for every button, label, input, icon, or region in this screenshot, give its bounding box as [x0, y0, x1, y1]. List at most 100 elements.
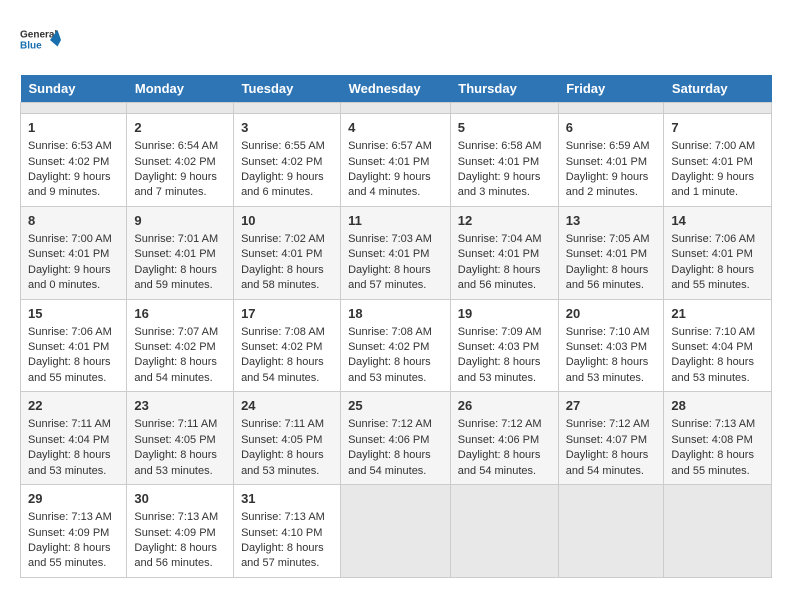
day-cell: 21 Sunrise: 7:10 AM Sunset: 4:04 PM Dayl…	[664, 299, 772, 392]
day-cell: 30 Sunrise: 7:13 AM Sunset: 4:09 PM Dayl…	[127, 485, 234, 578]
sunset-label: Sunset: 4:01 PM	[28, 248, 109, 260]
day-cell: 25 Sunrise: 7:12 AM Sunset: 4:06 PM Dayl…	[341, 392, 451, 485]
day-number: 24	[241, 397, 333, 415]
daylight-label: Daylight: 9 hours and 0 minutes.	[28, 264, 111, 291]
daylight-label: Daylight: 8 hours and 56 minutes.	[458, 264, 541, 291]
daylight-label: Daylight: 8 hours and 58 minutes.	[241, 264, 324, 291]
day-cell	[558, 103, 664, 114]
day-number: 16	[134, 305, 226, 323]
day-number: 14	[671, 212, 764, 230]
day-number: 27	[566, 397, 657, 415]
week-row-2: 1 Sunrise: 6:53 AM Sunset: 4:02 PM Dayli…	[21, 114, 772, 207]
sunrise-label: Sunrise: 6:59 AM	[566, 140, 650, 152]
logo: General Blue	[20, 20, 65, 65]
day-number: 11	[348, 212, 443, 230]
sunrise-label: Sunrise: 7:00 AM	[28, 233, 112, 245]
sunset-label: Sunset: 4:02 PM	[28, 156, 109, 168]
sunrise-label: Sunrise: 7:08 AM	[348, 326, 432, 338]
daylight-label: Daylight: 8 hours and 54 minutes.	[134, 356, 217, 383]
week-row-1	[21, 103, 772, 114]
sunrise-label: Sunrise: 7:10 AM	[671, 326, 755, 338]
sunset-label: Sunset: 4:02 PM	[134, 156, 215, 168]
daylight-label: Daylight: 8 hours and 53 minutes.	[566, 356, 649, 383]
daylight-label: Daylight: 9 hours and 6 minutes.	[241, 171, 324, 198]
day-cell: 6 Sunrise: 6:59 AM Sunset: 4:01 PM Dayli…	[558, 114, 664, 207]
daylight-label: Daylight: 8 hours and 53 minutes.	[134, 449, 217, 476]
day-cell	[234, 103, 341, 114]
day-cell	[450, 103, 558, 114]
sunset-label: Sunset: 4:04 PM	[671, 341, 752, 353]
day-cell: 5 Sunrise: 6:58 AM Sunset: 4:01 PM Dayli…	[450, 114, 558, 207]
sunrise-label: Sunrise: 7:05 AM	[566, 233, 650, 245]
weekday-header-thursday: Thursday	[450, 75, 558, 103]
day-cell: 12 Sunrise: 7:04 AM Sunset: 4:01 PM Dayl…	[450, 206, 558, 299]
day-cell: 28 Sunrise: 7:13 AM Sunset: 4:08 PM Dayl…	[664, 392, 772, 485]
sunset-label: Sunset: 4:01 PM	[348, 156, 429, 168]
daylight-label: Daylight: 8 hours and 55 minutes.	[671, 264, 754, 291]
day-number: 8	[28, 212, 119, 230]
page-header: General Blue	[20, 20, 772, 65]
daylight-label: Daylight: 9 hours and 3 minutes.	[458, 171, 541, 198]
sunrise-label: Sunrise: 7:00 AM	[671, 140, 755, 152]
sunrise-label: Sunrise: 7:12 AM	[348, 418, 432, 430]
day-cell	[127, 103, 234, 114]
day-cell: 7 Sunrise: 7:00 AM Sunset: 4:01 PM Dayli…	[664, 114, 772, 207]
day-number: 3	[241, 119, 333, 137]
daylight-label: Daylight: 8 hours and 57 minutes.	[241, 542, 324, 569]
daylight-label: Daylight: 8 hours and 55 minutes.	[28, 542, 111, 569]
day-cell	[341, 485, 451, 578]
sunset-label: Sunset: 4:01 PM	[458, 156, 539, 168]
day-cell: 16 Sunrise: 7:07 AM Sunset: 4:02 PM Dayl…	[127, 299, 234, 392]
day-cell: 14 Sunrise: 7:06 AM Sunset: 4:01 PM Dayl…	[664, 206, 772, 299]
day-cell: 26 Sunrise: 7:12 AM Sunset: 4:06 PM Dayl…	[450, 392, 558, 485]
day-number: 26	[458, 397, 551, 415]
daylight-label: Daylight: 8 hours and 54 minutes.	[241, 356, 324, 383]
weekday-header-sunday: Sunday	[21, 75, 127, 103]
day-number: 10	[241, 212, 333, 230]
day-cell: 1 Sunrise: 6:53 AM Sunset: 4:02 PM Dayli…	[21, 114, 127, 207]
day-number: 5	[458, 119, 551, 137]
day-number: 19	[458, 305, 551, 323]
day-number: 9	[134, 212, 226, 230]
day-cell: 27 Sunrise: 7:12 AM Sunset: 4:07 PM Dayl…	[558, 392, 664, 485]
sunrise-label: Sunrise: 7:11 AM	[134, 418, 217, 430]
day-cell: 8 Sunrise: 7:00 AM Sunset: 4:01 PM Dayli…	[21, 206, 127, 299]
sunset-label: Sunset: 4:02 PM	[241, 341, 322, 353]
day-number: 15	[28, 305, 119, 323]
daylight-label: Daylight: 8 hours and 55 minutes.	[671, 449, 754, 476]
sunset-label: Sunset: 4:03 PM	[566, 341, 647, 353]
sunrise-label: Sunrise: 7:06 AM	[28, 326, 112, 338]
sunset-label: Sunset: 4:01 PM	[134, 248, 215, 260]
sunset-label: Sunset: 4:06 PM	[348, 434, 429, 446]
day-number: 18	[348, 305, 443, 323]
day-cell: 2 Sunrise: 6:54 AM Sunset: 4:02 PM Dayli…	[127, 114, 234, 207]
daylight-label: Daylight: 9 hours and 7 minutes.	[134, 171, 217, 198]
daylight-label: Daylight: 8 hours and 53 minutes.	[348, 356, 431, 383]
day-number: 31	[241, 490, 333, 508]
sunrise-label: Sunrise: 7:04 AM	[458, 233, 542, 245]
sunset-label: Sunset: 4:05 PM	[241, 434, 322, 446]
day-cell	[450, 485, 558, 578]
svg-text:Blue: Blue	[20, 41, 42, 52]
day-number: 21	[671, 305, 764, 323]
sunrise-label: Sunrise: 7:11 AM	[241, 418, 324, 430]
day-number: 22	[28, 397, 119, 415]
day-number: 29	[28, 490, 119, 508]
daylight-label: Daylight: 8 hours and 55 minutes.	[28, 356, 111, 383]
sunrise-label: Sunrise: 7:08 AM	[241, 326, 325, 338]
sunset-label: Sunset: 4:10 PM	[241, 527, 322, 539]
daylight-label: Daylight: 8 hours and 54 minutes.	[566, 449, 649, 476]
sunrise-label: Sunrise: 7:13 AM	[28, 511, 112, 523]
daylight-label: Daylight: 8 hours and 59 minutes.	[134, 264, 217, 291]
daylight-label: Daylight: 8 hours and 53 minutes.	[241, 449, 324, 476]
day-cell: 18 Sunrise: 7:08 AM Sunset: 4:02 PM Dayl…	[341, 299, 451, 392]
daylight-label: Daylight: 8 hours and 57 minutes.	[348, 264, 431, 291]
weekday-header-wednesday: Wednesday	[341, 75, 451, 103]
day-cell: 19 Sunrise: 7:09 AM Sunset: 4:03 PM Dayl…	[450, 299, 558, 392]
weekday-header-tuesday: Tuesday	[234, 75, 341, 103]
day-cell: 24 Sunrise: 7:11 AM Sunset: 4:05 PM Dayl…	[234, 392, 341, 485]
logo-icon: General Blue	[20, 20, 65, 65]
sunrise-label: Sunrise: 6:53 AM	[28, 140, 112, 152]
daylight-label: Daylight: 8 hours and 56 minutes.	[566, 264, 649, 291]
day-cell: 3 Sunrise: 6:55 AM Sunset: 4:02 PM Dayli…	[234, 114, 341, 207]
